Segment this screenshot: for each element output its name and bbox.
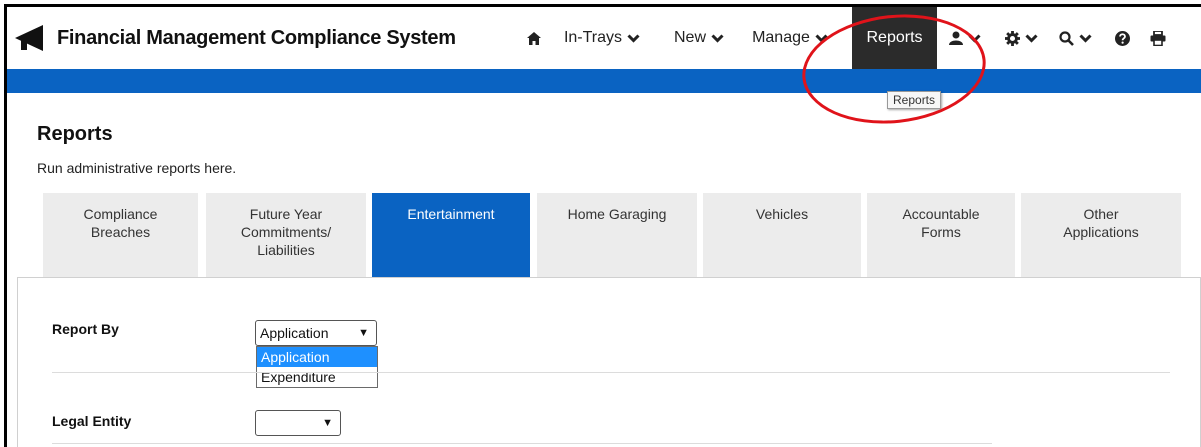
nav-search-menu[interactable] xyxy=(1052,7,1098,69)
app-frame: Financial Management Compliance System I… xyxy=(4,4,1201,447)
user-icon xyxy=(949,31,963,45)
legal-entity-label: Legal Entity xyxy=(52,413,132,429)
tab-accountable-forms[interactable]: Accountable Forms xyxy=(867,193,1015,277)
nav-new-label: New xyxy=(673,29,706,46)
tab-entertainment[interactable]: Entertainment xyxy=(372,193,530,277)
nav-reports-label: Reports xyxy=(866,29,923,46)
legal-entity-select[interactable]: ▼ xyxy=(255,410,341,436)
reports-tooltip: Reports xyxy=(887,91,942,109)
report-by-value: Application xyxy=(260,325,329,341)
chevron-down-icon xyxy=(968,33,981,43)
report-form-panel xyxy=(17,277,1201,447)
nav-in-trays-label: In-Trays xyxy=(563,29,623,46)
nav-home[interactable] xyxy=(523,7,545,69)
tab-home-garaging[interactable]: Home Garaging xyxy=(537,193,697,277)
home-icon xyxy=(527,31,541,45)
report-by-options: Application Expenditure xyxy=(256,346,378,388)
chevron-down-icon xyxy=(815,33,828,43)
tab-vehicles[interactable]: Vehicles xyxy=(703,193,861,277)
search-icon xyxy=(1058,30,1074,46)
dropdown-arrow-icon: ▼ xyxy=(322,417,333,429)
top-navbar: Financial Management Compliance System I… xyxy=(7,7,1201,69)
tab-compliance-breaches[interactable]: Compliance Breaches xyxy=(43,193,198,277)
nav-manage-label: Manage xyxy=(752,29,810,46)
app-title: Financial Management Compliance System xyxy=(57,26,456,49)
nav-new[interactable]: New xyxy=(669,7,729,69)
brand[interactable]: Financial Management Compliance System xyxy=(13,21,456,55)
nav-user-menu[interactable] xyxy=(943,7,987,69)
nav-reports[interactable]: Reports xyxy=(852,7,937,69)
page-subtitle: Run administrative reports here. xyxy=(37,160,237,176)
nav-in-trays[interactable]: In-Trays xyxy=(557,7,647,69)
print-icon xyxy=(1150,30,1166,46)
megaphone-logo-icon xyxy=(15,25,43,51)
report-by-label: Report By xyxy=(52,321,119,337)
tab-future-year-commitments[interactable]: Future Year Commitments/ Liabilities xyxy=(206,193,366,277)
gear-icon xyxy=(1004,30,1020,46)
chevron-down-icon xyxy=(711,33,724,43)
nav-help[interactable] xyxy=(1109,7,1135,69)
option-expenditure[interactable]: Expenditure xyxy=(257,367,377,387)
form-divider-bottom xyxy=(52,443,992,444)
tab-other-applications[interactable]: Other Applications xyxy=(1021,193,1181,277)
chevron-down-icon xyxy=(1078,33,1092,43)
brand-band xyxy=(7,69,1201,93)
page-title: Reports xyxy=(37,123,113,145)
form-divider xyxy=(52,372,1170,373)
nav-manage[interactable]: Manage xyxy=(742,7,838,69)
chevron-down-icon xyxy=(627,33,640,43)
report-by-select[interactable]: Application ▼ xyxy=(255,320,377,346)
option-application[interactable]: Application xyxy=(257,347,377,367)
nav-print[interactable] xyxy=(1143,7,1173,69)
help-icon xyxy=(1114,30,1130,46)
dropdown-arrow-icon: ▼ xyxy=(358,327,369,339)
chevron-down-icon xyxy=(1024,33,1038,43)
nav-settings-menu[interactable] xyxy=(999,7,1043,69)
